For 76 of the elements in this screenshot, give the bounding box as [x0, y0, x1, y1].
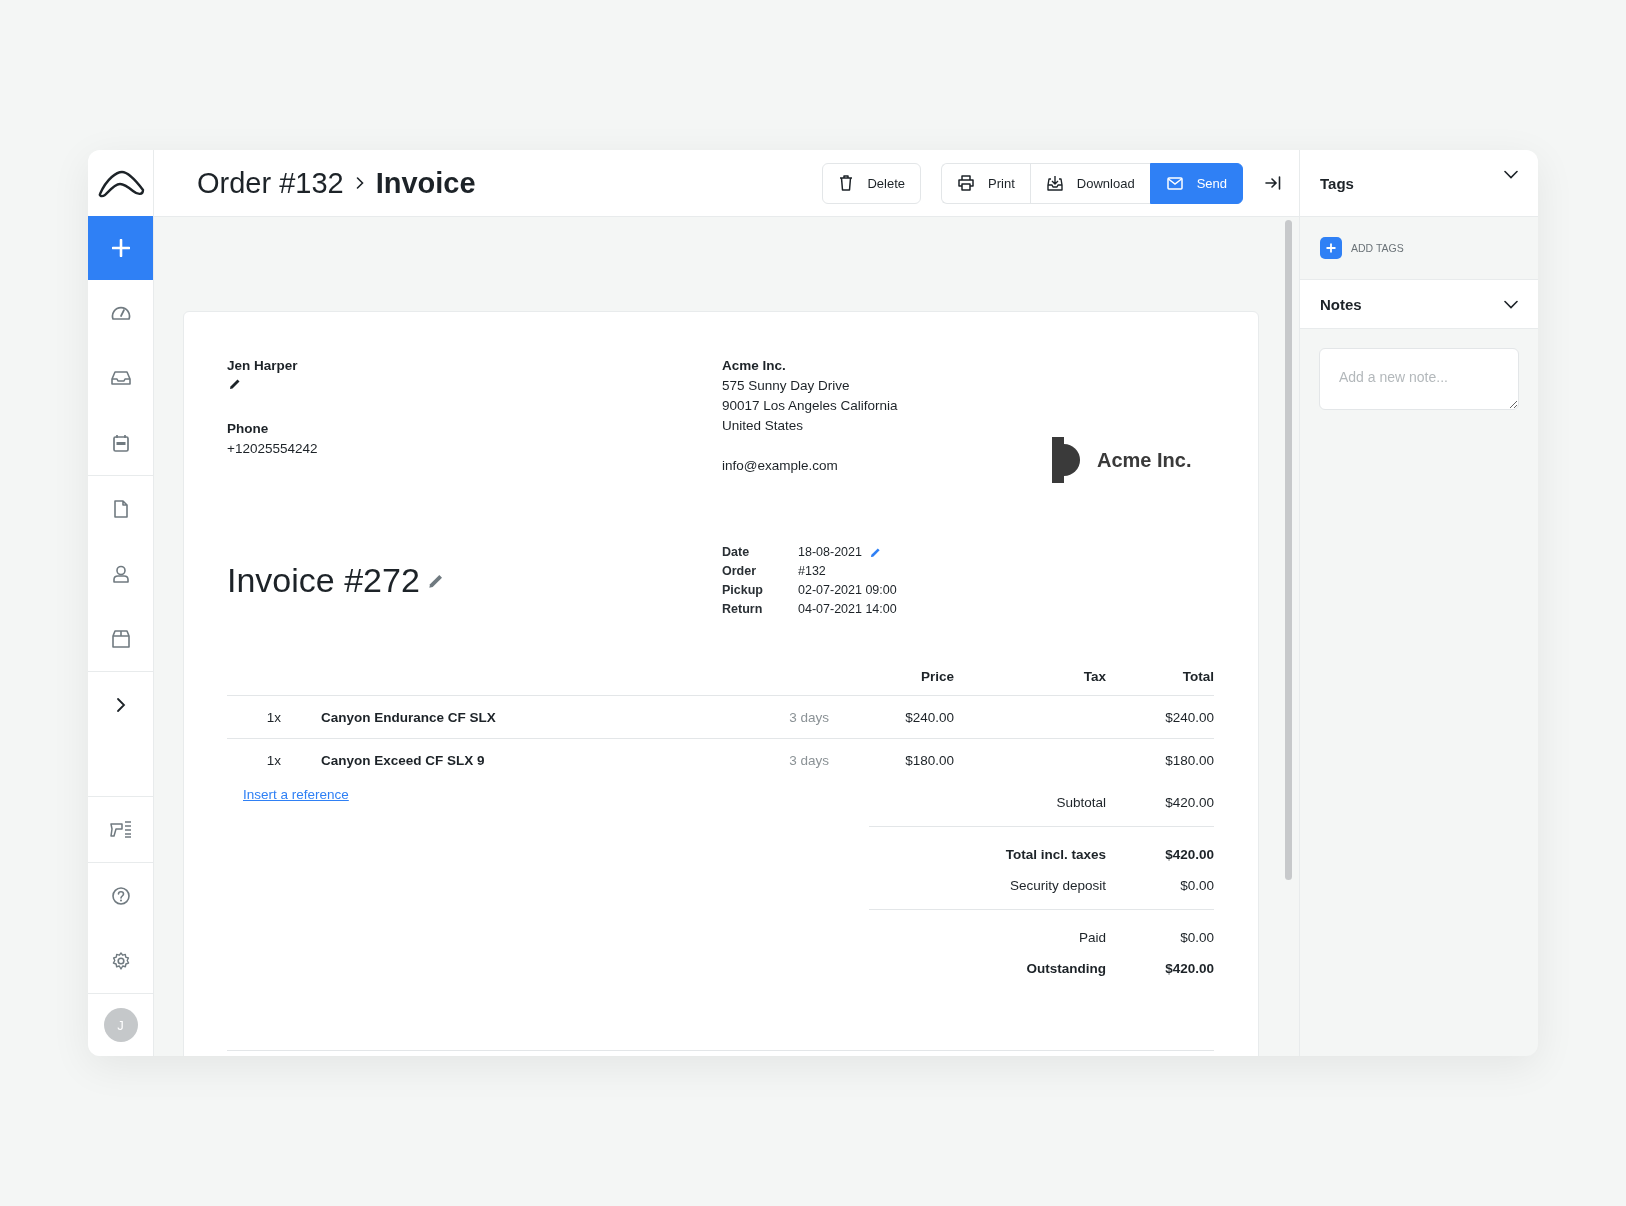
inbox-icon[interactable] [110, 369, 131, 386]
duration-cell-text: 3 days [788, 709, 829, 725]
chevron-down-icon[interactable] [1504, 170, 1518, 179]
plus-icon [111, 239, 130, 257]
product-name-cell-text: Canyon Exceed CF SLX 9 [321, 752, 486, 768]
total-value: $0.00 [1179, 878, 1214, 893]
detail-label: Pickup [722, 582, 764, 598]
breadcrumb-item: Invoice [375, 166, 476, 200]
add-tag-button[interactable] [1320, 237, 1342, 259]
calendar-icon[interactable] [112, 433, 129, 452]
detail-value: 18-08-2021 [798, 544, 862, 560]
toolbar-button[interactable]: Print [941, 162, 1030, 204]
logo-icon[interactable] [96, 168, 145, 198]
settings-icon[interactable] [111, 951, 130, 970]
address-line: United States [722, 417, 805, 435]
quantity-cell-text: 1x [265, 752, 283, 768]
duration-cell-text: 3 days [788, 752, 829, 768]
product-name-cell-text: Canyon Endurance CF SLX [321, 709, 497, 725]
company-email: info@example.com [722, 457, 839, 475]
price-cell-text: $180.00 [904, 752, 954, 768]
detail-value: #132 [798, 563, 826, 579]
invoice-title: Invoice #272 [227, 561, 420, 600]
total-label: Security deposit [1008, 878, 1106, 893]
address-line: Acme Inc. [722, 357, 787, 375]
detail-label: Date [722, 544, 751, 560]
section-title: Notes [1320, 295, 1362, 313]
scanner-icon[interactable] [109, 820, 132, 839]
box-icon[interactable] [111, 629, 130, 648]
address-line: 90017 Los Angeles California [722, 397, 899, 415]
breadcrumb-item[interactable]: Order #132 [197, 166, 344, 200]
toolbar-button[interactable]: Send [1149, 162, 1243, 204]
toolbar-button[interactable]: Delete [822, 162, 922, 204]
total-label: Subtotal [1055, 795, 1106, 810]
chevron-right-icon[interactable] [115, 696, 126, 713]
price-cell-text: $240.00 [904, 709, 954, 725]
trash-icon [839, 175, 854, 191]
detail-label: Order [722, 563, 758, 579]
column-header: Total [1181, 668, 1214, 684]
address-line: 575 Sunny Day Drive [722, 377, 851, 395]
detail-label: Return [722, 601, 764, 617]
document-icon[interactable] [113, 499, 128, 518]
total-label: Outstanding [1025, 961, 1106, 976]
customer-name: Jen Harper [227, 357, 299, 375]
detail-value: 02-07-2021 09:00 [798, 582, 897, 598]
total-label: Paid [1077, 930, 1106, 945]
total-value: $0.00 [1179, 930, 1214, 945]
total-value: $420.00 [1164, 795, 1214, 810]
scrollbar[interactable] [1285, 220, 1292, 880]
toolbar-button[interactable]: Download [1029, 162, 1150, 204]
chevron-down-icon[interactable] [1504, 299, 1518, 309]
phone-label: Phone [227, 420, 270, 438]
column-header: Price [919, 668, 954, 684]
total-cell-text: $180.00 [1164, 752, 1214, 768]
column-header: Tax [1082, 668, 1106, 684]
note-field[interactable]: Add a new note... [1319, 348, 1519, 410]
dashboard-icon[interactable] [110, 304, 131, 321]
insert-reference-link[interactable]: Insert a reference [243, 787, 349, 802]
total-value: $420.00 [1164, 847, 1214, 862]
total-label: Total incl. taxes [1004, 847, 1106, 862]
section-title: Tags [1320, 174, 1354, 192]
company-logo-text: Acme Inc. [1097, 448, 1192, 472]
phone-number: +12025554242 [227, 440, 319, 458]
collapse-panel-icon[interactable] [1265, 176, 1281, 190]
total-value: $420.00 [1164, 961, 1214, 976]
total-cell-text: $240.00 [1164, 709, 1214, 725]
plus-icon [1326, 243, 1336, 253]
detail-value: 04-07-2021 14:00 [798, 601, 897, 617]
chevron-right-icon [355, 176, 364, 190]
user-icon[interactable] [112, 564, 129, 583]
envelope-icon [1166, 176, 1183, 190]
quantity-cell-text: 1x [265, 709, 283, 725]
download-icon [1046, 175, 1063, 191]
edit-icon[interactable] [229, 378, 241, 390]
printer-icon [958, 175, 975, 191]
help-icon[interactable] [111, 886, 130, 905]
add-tags-label[interactable]: ADD TAGS [1351, 242, 1404, 254]
